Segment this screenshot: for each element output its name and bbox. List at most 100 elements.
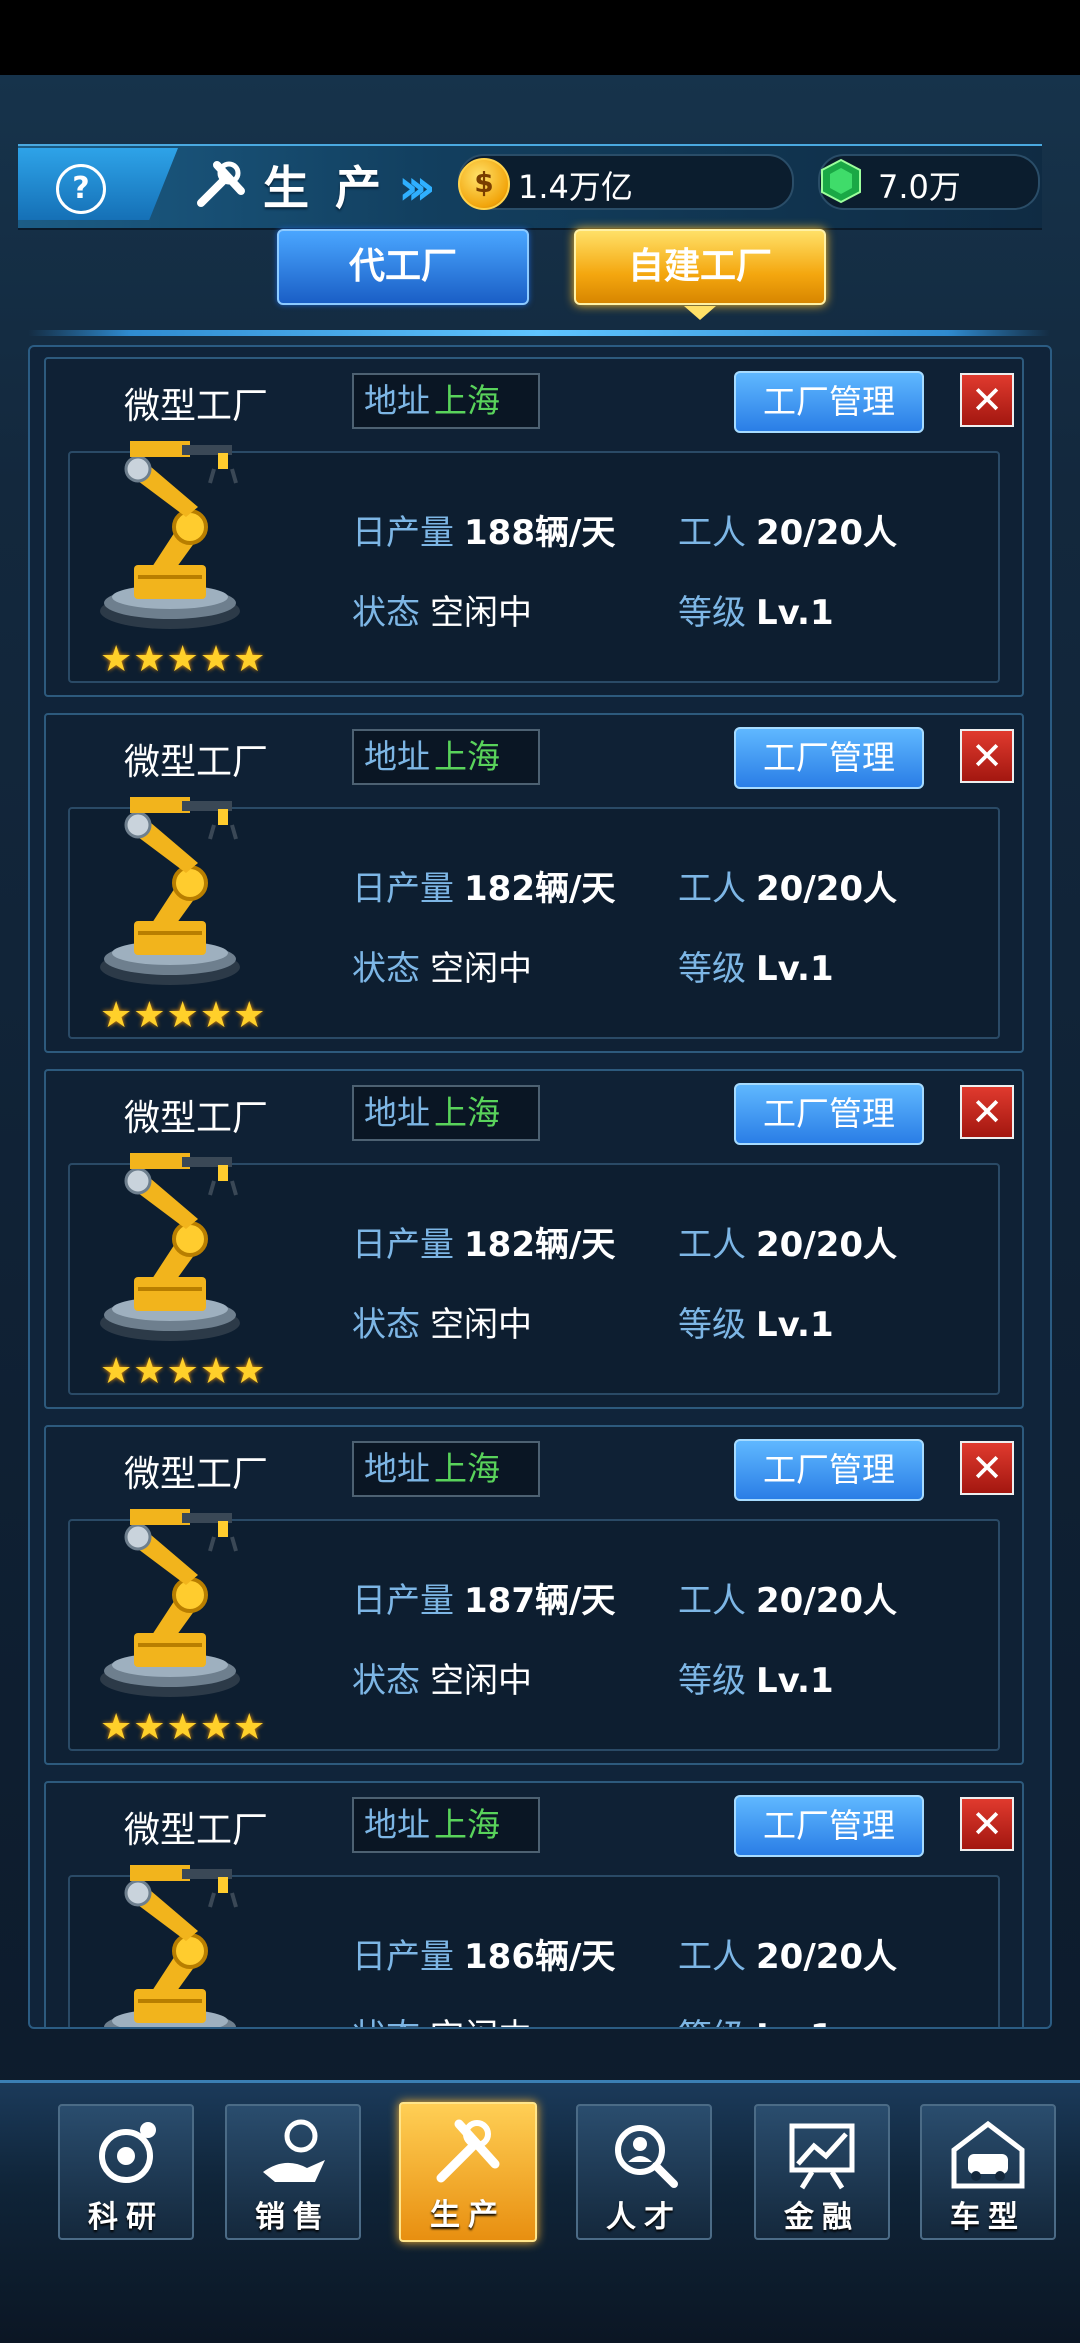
workers-label: 工人 [678, 1225, 746, 1265]
nav-production[interactable]: 生产 [399, 2102, 537, 2242]
workers-value: 20/20人 [756, 1581, 898, 1621]
nav-finance[interactable]: 金融 [754, 2104, 890, 2240]
nav-label: 科研 [88, 2200, 164, 2235]
workers-label: 工人 [678, 1581, 746, 1621]
status-label: 状态 [352, 1305, 420, 1345]
demolish-close-button[interactable]: ✕ [960, 1797, 1014, 1851]
output-label: 日产量 [352, 869, 454, 909]
level-stat: 等级Lv.1 [678, 1653, 834, 1702]
production-icon [436, 2119, 500, 2183]
address-city: 上海 [434, 1093, 500, 1132]
divider-glow [28, 330, 1050, 336]
level-stat: 等级Lv.1 [678, 585, 834, 634]
workers-value: 20/20人 [756, 869, 898, 909]
address-label: 地址 [364, 1093, 430, 1132]
research-icon [99, 2122, 156, 2183]
output-label: 日产量 [352, 1937, 454, 1977]
factory-manage-button[interactable]: 工厂管理 [734, 1795, 924, 1857]
title-chevrons-icon: ››› [398, 158, 436, 216]
demolish-close-button[interactable]: ✕ [960, 1085, 1014, 1139]
output-stat: 日产量 182辆/天 [352, 1217, 615, 1266]
nav-sales[interactable]: 销售 [225, 2104, 361, 2240]
level-stat: 等级Lv.1 [678, 2009, 834, 2027]
status-stat: 状态空闲中 [352, 2009, 532, 2027]
level-value: Lv.1 [756, 949, 834, 989]
gem-value: 7.0万 [878, 168, 961, 206]
nav-car-model[interactable]: 车型 [920, 2104, 1056, 2240]
demolish-close-button[interactable]: ✕ [960, 373, 1014, 427]
workers-stat: 工人 20/20人 [678, 861, 897, 910]
workers-value: 20/20人 [756, 1225, 898, 1265]
green-gem-icon [821, 158, 861, 204]
demolish-close-button[interactable]: ✕ [960, 729, 1014, 783]
output-stat: 日产量 186辆/天 [352, 1929, 615, 1978]
workers-label: 工人 [678, 513, 746, 553]
status-stat: 状态空闲中 [352, 585, 532, 634]
address-city: 上海 [434, 737, 500, 776]
level-label: 等级 [678, 1305, 746, 1345]
factory-card: 微型工厂 地址 上海 工厂管理 ✕ ★★★★★ 日产量 187辆/天 工人 20/20… [44, 1425, 1024, 1765]
address-label: 地址 [364, 381, 430, 420]
factory-address: 地址 上海 [352, 1085, 540, 1141]
status-stat: 状态空闲中 [352, 1653, 532, 1702]
tab-contract-factory[interactable]: 代工厂 [277, 229, 529, 305]
address-city: 上海 [434, 381, 500, 420]
address-city: 上海 [434, 1449, 500, 1488]
robot-arm-icon [100, 797, 240, 985]
factory-manage-button[interactable]: 工厂管理 [734, 1439, 924, 1501]
factory-manage-button[interactable]: 工厂管理 [734, 371, 924, 433]
status-value: 空闲中 [430, 1661, 532, 1701]
factory-manage-button[interactable]: 工厂管理 [734, 727, 924, 789]
factory-address: 地址 上海 [352, 1441, 540, 1497]
status-label: 状态 [352, 2017, 420, 2027]
output-value: 182辆/天 [464, 869, 616, 909]
wrench-screwdriver-icon [197, 161, 245, 207]
workers-value: 20/20人 [756, 513, 898, 553]
page-title: 生产 [263, 161, 407, 215]
robot-arm-icon [104, 1865, 238, 2027]
level-label: 等级 [678, 2017, 746, 2027]
sales-icon [263, 2119, 325, 2182]
talent-icon [615, 2125, 678, 2188]
gem-currency[interactable]: 7.0万 [818, 154, 1040, 210]
factory-list[interactable]: 微型工厂 地址 上海 工厂管理 ✕ ★★★★★ 日产量 188辆/天 工人 20/20… [28, 345, 1052, 2029]
status-stat: 状态空闲中 [352, 941, 532, 990]
factory-name: 微型工厂 [124, 1454, 269, 1495]
output-value: 187辆/天 [464, 1581, 616, 1621]
factory-name: 微型工厂 [124, 742, 269, 783]
gold-currency[interactable]: $ 1.4万亿 [458, 154, 794, 210]
address-label: 地址 [364, 1449, 430, 1488]
nav-talent[interactable]: 人才 [576, 2104, 712, 2240]
output-label: 日产量 [352, 513, 454, 553]
output-value: 186辆/天 [464, 1937, 616, 1977]
finance-icon [789, 2123, 855, 2190]
output-label: 日产量 [352, 1225, 454, 1265]
factory-name: 微型工厂 [124, 1810, 269, 1851]
level-label: 等级 [678, 949, 746, 989]
nav-label: 车型 [950, 2200, 1026, 2235]
robot-arm-icon [100, 1153, 240, 1341]
nav-label: 生产 [430, 2198, 506, 2233]
workers-label: 工人 [678, 1937, 746, 1977]
factory-card: 微型工厂 地址 上海 工厂管理 ✕ ★★★★★ 日产量 182辆/天 工人 20/20… [44, 713, 1024, 1053]
workers-stat: 工人 20/20人 [678, 505, 897, 554]
car-model-icon [951, 2120, 1025, 2189]
tab-own-factory[interactable]: 自建工厂 [574, 229, 826, 305]
robot-arm-icon [100, 441, 240, 629]
level-stat: 等级Lv.1 [678, 1297, 834, 1346]
level-label: 等级 [678, 1661, 746, 1701]
nav-label: 金融 [784, 2200, 860, 2235]
demolish-close-button[interactable]: ✕ [960, 1441, 1014, 1495]
status-bar [0, 0, 1080, 75]
status-value: 空闲中 [430, 1305, 532, 1345]
status-value: 空闲中 [430, 2017, 532, 2027]
nav-research[interactable]: 科研 [58, 2104, 194, 2240]
output-stat: 日产量 188辆/天 [352, 505, 615, 554]
status-value: 空闲中 [430, 949, 532, 989]
star-rating: ★★★★★ [100, 1707, 267, 1748]
factory-card: 微型工厂 地址上海 工厂管理 ✕ ★★★★★ 日产量186辆/天 工人20/20… [44, 1781, 1024, 2027]
address-city: 上海 [434, 1805, 500, 1844]
factory-manage-button[interactable]: 工厂管理 [734, 1083, 924, 1145]
star-rating: ★★★★★ [100, 639, 267, 680]
gold-coin-icon: $ [458, 158, 510, 210]
